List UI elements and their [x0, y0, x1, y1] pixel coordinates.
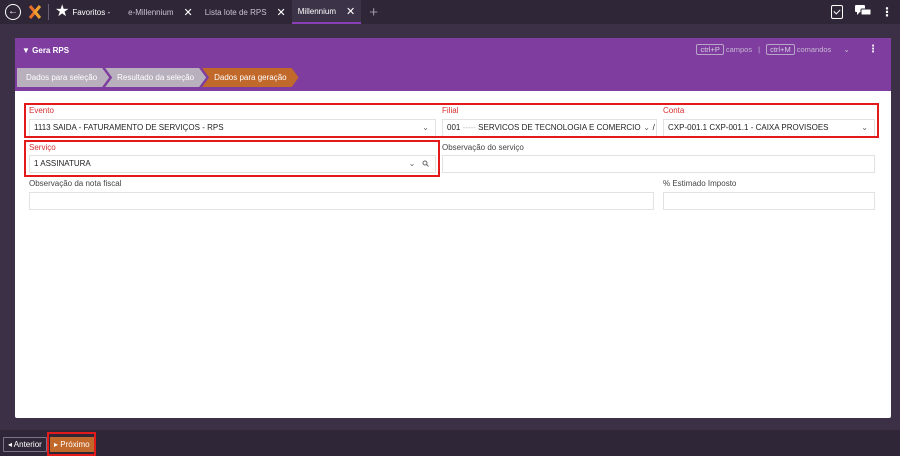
clipboard-check-icon[interactable] [831, 5, 843, 19]
star-icon[interactable]: ★ [55, 4, 69, 20]
divider [48, 4, 49, 20]
obs-nota-input[interactable] [29, 192, 654, 210]
step-dados-selecao[interactable]: Dados para seleção [17, 68, 109, 87]
close-icon[interactable]: ✕ [346, 5, 355, 18]
previous-label: Anterior [13, 440, 42, 449]
panel-menu-icon[interactable]: ⋮ [868, 44, 878, 55]
highlight-box-row1 [24, 103, 879, 138]
tab-lista-lote-rps[interactable]: Lista lote de RPS ✕ [199, 0, 292, 24]
highlight-box-next [47, 432, 96, 456]
more-options-icon[interactable]: ⋮ [881, 5, 893, 19]
tab-label: Millennium [297, 6, 336, 16]
add-tab-icon[interactable]: + [369, 4, 378, 21]
close-icon[interactable]: ✕ [277, 6, 286, 19]
step-resultado-selecao[interactable]: Resultado da seleção [105, 68, 206, 87]
bottom-bar: ◂ Anterior ▸ Próximo [0, 430, 900, 456]
obs-nota-label: Observação da nota fiscal [29, 179, 122, 188]
tab-label: e-Millennium [128, 7, 174, 17]
collapse-icon[interactable]: ▼ [22, 46, 32, 55]
panel-header: ▼ Gera RPS ctrl+P campos | ctrl+M comand… [15, 38, 891, 91]
chat-icon[interactable] [855, 4, 872, 20]
hotkey-ctrl-p: ctrl+P [696, 44, 724, 55]
hotkeys-bar: ctrl+P campos | ctrl+M comandos ⌄ [696, 44, 850, 55]
obs-servico-label: Observação do serviço [442, 143, 524, 152]
separator: | [758, 45, 761, 54]
previous-button[interactable]: ◂ Anterior [3, 437, 47, 452]
step-dados-geracao[interactable]: Dados para geração [202, 68, 299, 87]
comandos-link[interactable]: comandos [797, 45, 832, 54]
obs-servico-input[interactable] [442, 155, 875, 173]
top-right-tools: ⋮ [831, 0, 900, 24]
caret-left-icon: ◂ [8, 440, 13, 449]
favorites-menu[interactable]: Favoritos - [72, 8, 110, 17]
campos-link[interactable]: campos [726, 45, 752, 54]
estimado-imposto-input[interactable] [663, 192, 875, 210]
hotkey-ctrl-m: ctrl+M [766, 44, 795, 55]
top-bar: ← ★ Favoritos - e-Millennium ✕ Lista lot… [0, 0, 900, 24]
tab-millennium[interactable]: Millennium ✕ [291, 0, 362, 24]
tab-e-millennium[interactable]: e-Millennium ✕ [122, 0, 199, 24]
chevron-down-icon[interactable]: ⌄ [843, 45, 850, 54]
gera-rps-panel: ▼ Gera RPS ctrl+P campos | ctrl+M comand… [15, 38, 891, 418]
close-icon[interactable]: ✕ [184, 6, 193, 19]
highlight-box-servico [24, 140, 440, 177]
wizard-steps: Dados para seleção Resultado da seleção … [17, 68, 295, 87]
millennium-logo [28, 4, 42, 20]
back-icon[interactable]: ← [5, 4, 21, 20]
tab-label: Lista lote de RPS [204, 7, 267, 17]
panel-title[interactable]: ▼ Gera RPS [22, 46, 69, 55]
estimado-imposto-label: % Estimado Imposto [663, 179, 737, 188]
